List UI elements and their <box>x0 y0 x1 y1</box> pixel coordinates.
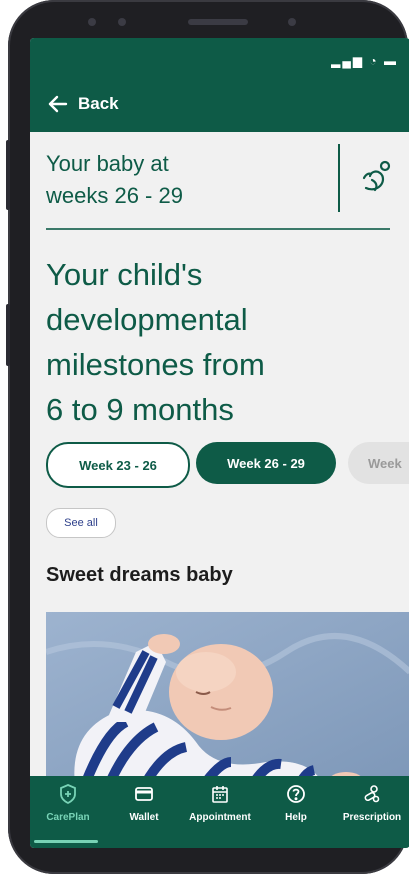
nav-label-wallet: Wallet <box>129 812 159 823</box>
page-title-line: developmental <box>46 302 248 337</box>
header-divider <box>46 228 390 230</box>
page-title: Your child's developmental milestones fr… <box>46 252 396 432</box>
week-title-line2: weeks 26 - 29 <box>46 183 183 208</box>
bottom-navigation: CarePlan Wallet Appointment Help Prescri… <box>30 776 409 848</box>
chip-week-26-29-selected[interactable]: Week 26 - 29 <box>196 442 336 484</box>
sleeping-baby-image[interactable] <box>46 612 409 792</box>
arrow-left-icon <box>48 95 68 113</box>
nav-careplan[interactable]: CarePlan <box>30 784 106 843</box>
status-icons: ▂▄▆ ◔ ▬ <box>331 54 398 68</box>
side-button <box>6 140 10 210</box>
page-title-line: 6 to 9 months <box>46 392 234 427</box>
nav-label-help: Help <box>285 812 307 823</box>
back-button[interactable]: Back <box>48 94 119 114</box>
nav-prescription[interactable]: Prescription <box>334 784 409 842</box>
status-bar: ▂▄▆ ◔ ▬ <box>30 38 409 78</box>
week-title: Your baby at weeks 26 - 29 <box>46 148 306 212</box>
nav-label-prescription: Prescription <box>342 812 402 823</box>
nav-label-careplan: CarePlan <box>46 812 90 823</box>
vertical-divider <box>338 144 340 212</box>
help-question-icon <box>287 785 305 803</box>
page-title-line: Your child's <box>46 257 203 292</box>
week-chip-row: Week 23 - 26 Week 26 - 29 Week <box>46 442 409 488</box>
calendar-icon <box>212 786 228 803</box>
careplan-shield-icon <box>60 784 76 804</box>
app-screen: ▂▄▆ ◔ ▬ Back Your baby at weeks 26 - 29 <box>30 38 409 848</box>
nav-wallet[interactable]: Wallet <box>106 784 182 842</box>
chip-week-23-26[interactable]: Week 23 - 26 <box>46 442 190 488</box>
sensor-bar <box>78 12 358 30</box>
baby-illustration <box>46 612 409 792</box>
app-bar: Back <box>30 78 409 132</box>
page-title-line: milestones from <box>46 347 265 382</box>
back-label: Back <box>78 94 119 113</box>
nav-appointment[interactable]: Appointment <box>182 784 258 842</box>
nav-help[interactable]: Help <box>258 784 334 842</box>
baby-icon <box>362 160 391 192</box>
wallet-card-icon <box>135 787 153 801</box>
nav-label-appointment: Appointment <box>189 812 251 823</box>
week-title-line1: Your baby at <box>46 151 169 176</box>
chip-week-next[interactable]: Week <box>348 442 409 484</box>
pill-capsule-icon <box>364 785 380 803</box>
week-header: Your baby at weeks 26 - 29 <box>46 144 396 222</box>
side-button <box>6 304 10 366</box>
section-title: Sweet dreams baby <box>46 564 233 586</box>
active-tab-indicator <box>34 840 98 843</box>
phone-frame: ▂▄▆ ◔ ▬ Back Your baby at weeks 26 - 29 <box>6 0 409 874</box>
see-all-button[interactable]: See all <box>46 508 116 538</box>
